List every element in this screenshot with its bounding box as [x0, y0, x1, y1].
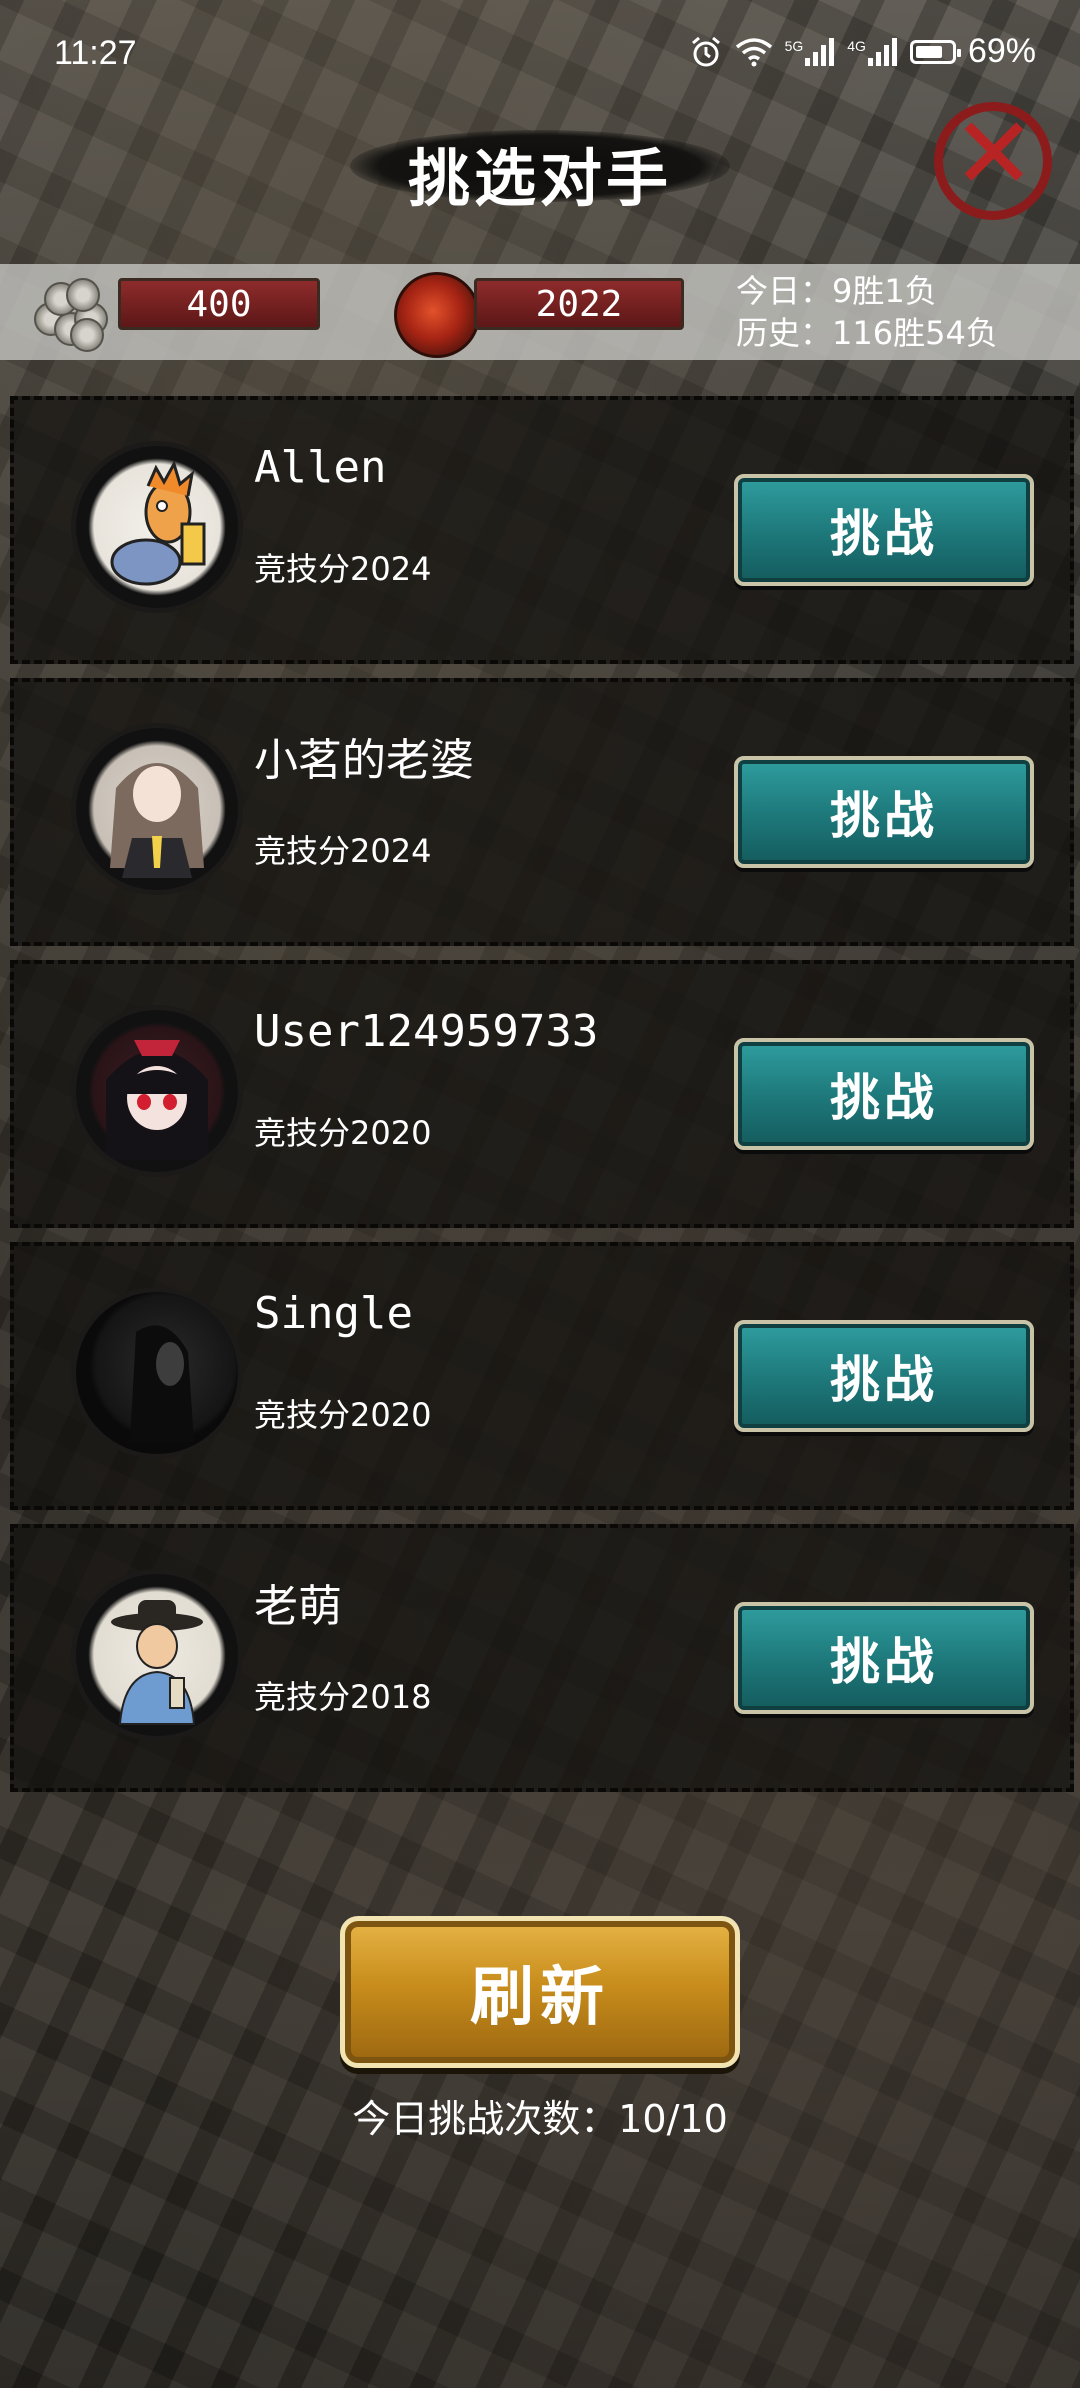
opponent-card: Allen 竞技分2024 挑战 [10, 396, 1074, 664]
battery-percent: 69% [967, 32, 1036, 70]
avatar-shadow-figure-icon [130, 1325, 194, 1442]
opponent-name: 老萌 [254, 1581, 342, 1632]
battery-icon [909, 39, 961, 64]
opponent-name: 小茗的老婆 [254, 735, 474, 786]
network-4g-label: 4G [847, 37, 866, 54]
close-x-icon: ✕ [952, 95, 1036, 212]
avatar-cartoon-icon [110, 460, 206, 586]
coins-counter: 400 [118, 278, 320, 330]
alarm-icon [691, 36, 720, 66]
avatar [76, 1574, 238, 1736]
page-title-banner: 挑选对手 [350, 118, 730, 218]
opponent-card: 老萌 竞技分2018 挑战 [10, 1524, 1074, 1792]
challenge-button[interactable]: 挑战 [734, 1038, 1034, 1150]
challenge-button[interactable]: 挑战 [734, 1320, 1034, 1432]
opponent-list: Allen 竞技分2024 挑战 小茗的老婆 竞技分2024 挑战 User12… [10, 396, 1074, 1806]
network-5g-label: 5G [784, 37, 804, 54]
avatar [76, 446, 238, 608]
avatar-anime-girl-icon [110, 763, 204, 878]
status-bar: 11:27 5G 4G 69% [0, 0, 1080, 90]
daily-attempts: 今日挑战次数：10/10 [352, 2097, 728, 2141]
page-title: 挑选对手 [407, 142, 672, 215]
challenge-button[interactable]: 挑战 [734, 474, 1034, 586]
avatar-anime-red-eyes-icon [106, 1040, 208, 1160]
opponent-card: Single 竞技分2020 挑战 [10, 1242, 1074, 1510]
history-record: 历史：116胜54负 [736, 314, 998, 352]
dragon-points-counter: 2022 [474, 278, 684, 330]
opponent-score: 竞技分2024 [254, 550, 432, 588]
opponent-score: 竞技分2020 [254, 1396, 432, 1434]
avatar [76, 1010, 238, 1172]
status-time: 11:27 [54, 34, 137, 72]
battle-record: 今日：9胜1负 历史：116胜54负 [736, 270, 998, 354]
today-record: 今日：9胜1负 [736, 272, 937, 310]
opponent-name: Single [254, 1288, 413, 1339]
opponent-card: User124959733 竞技分2020 挑战 [10, 960, 1074, 1228]
opponent-name: Allen [254, 442, 387, 493]
coins-icon [30, 272, 108, 352]
challenge-button[interactable]: 挑战 [734, 1602, 1034, 1714]
opponent-name: User124959733 [254, 1006, 599, 1057]
opponent-score: 竞技分2024 [254, 832, 432, 870]
opponent-score: 竞技分2020 [254, 1114, 432, 1152]
dragon-icon [394, 272, 480, 358]
avatar-scholar-icon [111, 1600, 203, 1725]
opponent-card: 小茗的老婆 竞技分2024 挑战 [10, 678, 1074, 946]
signal-4g-icon: 4G [847, 37, 898, 66]
wifi-icon [735, 37, 772, 66]
opponent-score: 竞技分2018 [254, 1678, 432, 1716]
refresh-button[interactable]: 刷新 [340, 1916, 740, 2068]
signal-5g-icon: 5G [784, 37, 836, 66]
avatar [76, 1292, 238, 1454]
status-icons: 5G 4G 69% [689, 32, 1036, 71]
resource-bar: 400 2022 今日：9胜1负 历史：116胜54负 [0, 264, 1080, 360]
avatar [76, 728, 238, 890]
challenge-button[interactable]: 挑战 [734, 756, 1034, 868]
close-button[interactable]: ✕ [930, 98, 1062, 224]
